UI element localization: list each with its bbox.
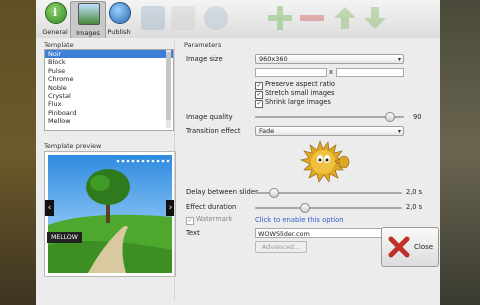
save-icon <box>141 6 165 30</box>
image-size-label: Image size <box>186 55 223 63</box>
close-icon <box>388 236 410 258</box>
preview-image <box>48 155 172 273</box>
move-up-icon <box>333 6 357 30</box>
preview-caption: MELLOW <box>47 232 82 243</box>
shrink-large-checkbox[interactable]: ✓ Shrink large images <box>255 98 331 108</box>
globe-icon <box>109 2 131 24</box>
preview-dot[interactable] <box>156 159 160 163</box>
chevron-down-icon: ▾ <box>397 128 401 135</box>
tab-general[interactable]: i General <box>38 1 72 37</box>
preview-dot[interactable] <box>126 159 130 163</box>
size-separator: x <box>329 68 334 76</box>
transition-value: Fade <box>259 127 275 135</box>
quality-label: Image quality <box>186 113 233 121</box>
tab-images-label: Images <box>76 29 100 37</box>
checkmark-icon: ✓ <box>255 100 263 108</box>
template-list[interactable]: Noir Block Pulse Chrome Noble Crystal Flux Pinb… <box>44 49 174 131</box>
watermark-checkbox[interactable]: ✓ Watermark <box>186 215 232 225</box>
list-item[interactable]: Chrome <box>45 75 173 83</box>
parameters-heading: Parameters <box>184 41 222 49</box>
quality-slider-thumb[interactable] <box>385 112 396 122</box>
duration-slider[interactable] <box>255 207 402 209</box>
transition-preview-icon <box>300 140 350 183</box>
preview-dot[interactable] <box>161 159 165 163</box>
template-preview: ‹ › MELLOW <box>44 151 176 277</box>
duration-slider-thumb[interactable] <box>299 203 310 213</box>
preview-dot[interactable] <box>136 159 140 163</box>
duration-label: Effect duration <box>186 203 237 211</box>
images-panel: Template Noir Block Pulse Chrome Noble Crysta… <box>36 38 440 305</box>
preview-dot[interactable] <box>121 159 125 163</box>
list-item[interactable]: Pulse <box>45 67 173 75</box>
tab-publish[interactable]: Publish <box>104 1 134 37</box>
chevron-down-icon: ▾ <box>397 56 401 63</box>
preview-dot[interactable] <box>151 159 155 163</box>
preview-prev-button[interactable]: ‹ <box>45 200 54 216</box>
image-size-select[interactable]: 960x360 ▾ <box>255 54 404 64</box>
preserve-aspect-label: Preserve aspect ratio <box>265 80 335 88</box>
width-input[interactable] <box>255 68 327 77</box>
template-list-scrollbar[interactable] <box>166 50 171 128</box>
options-icon <box>171 6 195 30</box>
panel-divider <box>174 41 175 301</box>
stretch-small-label: Stretch small images <box>265 89 335 97</box>
quality-value: 90 <box>413 113 422 121</box>
list-item[interactable]: Noble <box>45 84 173 92</box>
list-item[interactable]: Crystal <box>45 92 173 100</box>
transition-label: Transition effect <box>186 127 241 135</box>
tab-publish-label: Publish <box>107 28 131 36</box>
preview-dot[interactable] <box>146 159 150 163</box>
delay-value: 2,0 s <box>406 188 423 196</box>
list-item[interactable]: Flux <box>45 100 173 108</box>
toolbar: i General Images Publish <box>36 0 440 39</box>
close-button[interactable]: Close <box>381 227 439 267</box>
text-label: Text <box>186 229 200 237</box>
list-item[interactable]: Pinboard <box>45 109 173 117</box>
info-icon: i <box>45 2 67 24</box>
remove-icon <box>300 6 324 30</box>
quality-slider[interactable] <box>255 116 404 118</box>
shrink-large-label: Shrink large images <box>265 98 331 106</box>
watermark-label: Watermark <box>196 215 233 223</box>
tab-general-label: General <box>42 28 68 36</box>
template-preview-heading: Template preview <box>44 142 102 150</box>
template-heading: Template <box>44 41 74 49</box>
height-input[interactable] <box>336 68 404 77</box>
preview-dot[interactable] <box>116 159 120 163</box>
list-item[interactable]: Mellow <box>45 117 173 125</box>
checkmark-icon: ✓ <box>186 217 194 225</box>
delay-slider-thumb[interactable] <box>268 188 279 198</box>
desktop-background-right <box>440 0 480 305</box>
duration-value: 2,0 s <box>406 203 423 211</box>
enable-watermark-link[interactable]: Click to enable this option <box>255 216 344 224</box>
preview-dot[interactable] <box>131 159 135 163</box>
transition-select[interactable]: Fade ▾ <box>255 126 404 136</box>
list-item[interactable]: Block <box>45 58 173 66</box>
preview-dot[interactable] <box>166 159 170 163</box>
settings-window: i General Images Publish Template Noir B… <box>36 0 440 305</box>
add-icon <box>268 6 292 30</box>
image-icon <box>78 3 100 25</box>
preview-dot[interactable] <box>141 159 145 163</box>
delay-label: Delay between slides <box>186 188 259 196</box>
move-down-icon <box>363 6 387 30</box>
image-size-value: 960x360 <box>259 55 288 63</box>
tab-images[interactable]: Images <box>70 1 106 39</box>
desktop-background-left <box>0 0 36 305</box>
close-label: Close <box>414 243 434 251</box>
web-icon <box>204 6 228 30</box>
list-item[interactable]: Noir <box>45 50 173 59</box>
advanced-button[interactable]: Advanced... <box>255 241 307 253</box>
